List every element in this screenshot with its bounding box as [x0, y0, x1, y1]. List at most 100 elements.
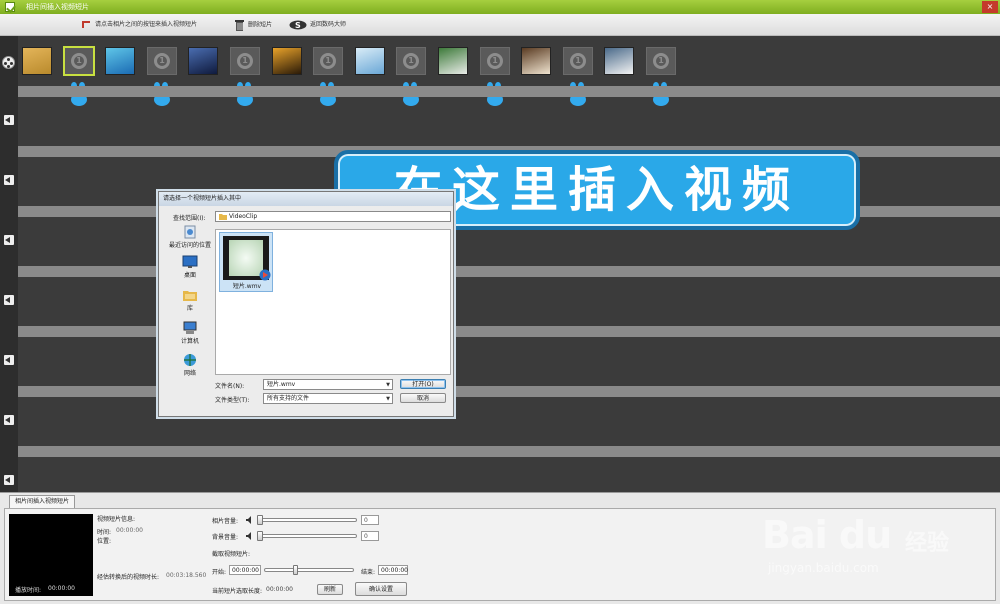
track-collapse-button[interactable]: [4, 115, 14, 125]
place-recent-places[interactable]: 最近访问的位置: [167, 225, 213, 249]
app-icon: [5, 2, 15, 12]
converted-value: 00:03:18.560: [166, 572, 207, 579]
place-desktop[interactable]: 桌面: [167, 255, 213, 279]
place-computer[interactable]: 计算机: [167, 321, 213, 345]
file-dialog: 请选择一个视频短片插入其中 查找范围(I): VideoClip 最近访问的位置…: [158, 191, 454, 417]
photo-thumbnail[interactable]: [272, 47, 302, 75]
photo-thumbnail[interactable]: [355, 47, 385, 75]
photo-volume-label: 相片音量:: [212, 518, 239, 525]
slot-placeholder-icon: 1: [563, 47, 593, 75]
filetype-value: 所有支持的文件: [267, 395, 310, 402]
photo-thumbnail[interactable]: [604, 47, 634, 75]
insert-video-slot[interactable]: 1: [147, 47, 177, 75]
confirm-settings-button[interactable]: 确认设置: [355, 582, 407, 596]
open-button[interactable]: 打开(O): [400, 379, 446, 389]
slot-placeholder-icon: 1: [64, 47, 94, 75]
slot-number: 1: [237, 53, 253, 69]
delete-clip-button[interactable]: 删除短片: [234, 19, 272, 31]
slot-placeholder-icon: 1: [646, 47, 676, 75]
insert-video-slot[interactable]: 1: [230, 47, 260, 75]
svg-text:S: S: [295, 21, 301, 30]
track-collapse-button[interactable]: [4, 475, 14, 485]
photo-volume-input[interactable]: 0: [361, 515, 379, 525]
back-button[interactable]: S 返回数码大师: [289, 19, 346, 31]
track-collapse-button[interactable]: [4, 295, 14, 305]
photo-image: [604, 47, 634, 75]
end-time-input[interactable]: 00:00:00: [378, 565, 408, 575]
place-label: 桌面: [183, 272, 196, 279]
photo-image: [521, 47, 551, 75]
tab-insert-video[interactable]: 相片间插入视频短片: [9, 495, 76, 508]
end-label: 结束:: [361, 569, 376, 576]
photo-volume-slider[interactable]: [257, 518, 357, 522]
converted-label: 经估转换后的视频时长:: [97, 574, 160, 581]
place-network[interactable]: 网络: [167, 353, 213, 377]
watermark-brand: Bai du: [762, 513, 892, 557]
slot-number: 1: [653, 53, 669, 69]
file-name: 短片.wmv: [232, 283, 262, 290]
photo-thumbnail[interactable]: [105, 47, 135, 75]
speaker-icon: [246, 516, 251, 524]
place-label: 计算机: [180, 338, 199, 345]
track-collapse-button[interactable]: [4, 235, 14, 245]
delete-clip-label: 删除短片: [248, 21, 273, 29]
insert-arrow-icon: [82, 21, 90, 28]
insert-video-slot[interactable]: 1: [396, 47, 426, 75]
insert-video-slot[interactable]: 1: [646, 47, 676, 75]
slot-placeholder-icon: 1: [396, 47, 426, 75]
selected-length-label: 当前短片选取长度:: [212, 588, 263, 595]
place-library[interactable]: 库: [167, 288, 213, 312]
filetype-label: 文件类型(T):: [215, 397, 250, 404]
video-preview: [9, 514, 93, 596]
folder-icon: [219, 214, 227, 220]
info-title: 视频短片信息:: [97, 516, 136, 523]
photo-image: [188, 47, 218, 75]
insert-video-slot[interactable]: 1: [64, 47, 94, 75]
refresh-button[interactable]: 刷新: [317, 584, 343, 595]
photo-volume-knob[interactable]: [257, 515, 263, 525]
close-button[interactable]: ×: [982, 1, 998, 13]
film-reel-icon[interactable]: [2, 56, 15, 69]
trim-slider[interactable]: [264, 568, 354, 572]
photo-thumbnail[interactable]: [22, 47, 52, 75]
lookin-label: 查找范围(I):: [173, 215, 206, 222]
insert-video-slot[interactable]: 1: [563, 47, 593, 75]
insert-video-slot[interactable]: 1: [480, 47, 510, 75]
track-collapse-button[interactable]: [4, 415, 14, 425]
bg-volume-knob[interactable]: [257, 531, 263, 541]
insert-hint-button[interactable]: 请点击相片之间的按钮来插入视频短片: [82, 19, 197, 31]
duration-value: 00:00:00: [116, 527, 143, 534]
slot-number: 1: [71, 53, 87, 69]
trim-knob[interactable]: [293, 565, 298, 575]
filename-input[interactable]: 短片.wmv ▼: [263, 379, 393, 390]
insert-video-slot[interactable]: 1: [313, 47, 343, 75]
photo-image: [272, 47, 302, 75]
track-collapse-button[interactable]: [4, 355, 14, 365]
track-collapse-button[interactable]: [4, 175, 14, 185]
app-window: 相片间插入视频短片 × 请点击相片之间的按钮来插入视频短片 删除短片 S 返回数码…: [0, 0, 1000, 604]
speaker-icon: [246, 532, 251, 540]
lookin-value: VideoClip: [229, 213, 258, 220]
title-bar: 相片间插入视频短片 ×: [0, 0, 1000, 14]
bg-volume-input[interactable]: 0: [361, 531, 379, 541]
cancel-button[interactable]: 取消: [400, 393, 446, 403]
place-label: 最近访问的位置: [168, 242, 211, 249]
library-icon: [182, 288, 198, 302]
file-item[interactable]: 短片.wmv: [219, 232, 273, 292]
start-label: 开始:: [212, 569, 227, 576]
place-label: 网络: [183, 370, 196, 377]
bg-volume-slider[interactable]: [257, 534, 357, 538]
filetype-select[interactable]: 所有支持的文件 ▼: [263, 393, 393, 404]
dialog-title: 请选择一个视频短片插入其中: [159, 192, 453, 206]
chevron-down-icon: ▼: [386, 396, 390, 402]
photo-thumbnail[interactable]: [438, 47, 468, 75]
track-separator: [18, 446, 1000, 457]
watermark-jingyan: 经验: [905, 531, 950, 556]
start-time-input[interactable]: 00:00:00: [229, 565, 261, 575]
photo-thumbnail[interactable]: [521, 47, 551, 75]
lookin-select[interactable]: VideoClip: [215, 211, 451, 222]
photo-thumbnail[interactable]: [188, 47, 218, 75]
preview-time-label: 播放时间:: [15, 587, 42, 594]
insert-hint-label: 请点击相片之间的按钮来插入视频短片: [95, 21, 198, 28]
selected-length-value: 00:00:00: [266, 586, 293, 593]
